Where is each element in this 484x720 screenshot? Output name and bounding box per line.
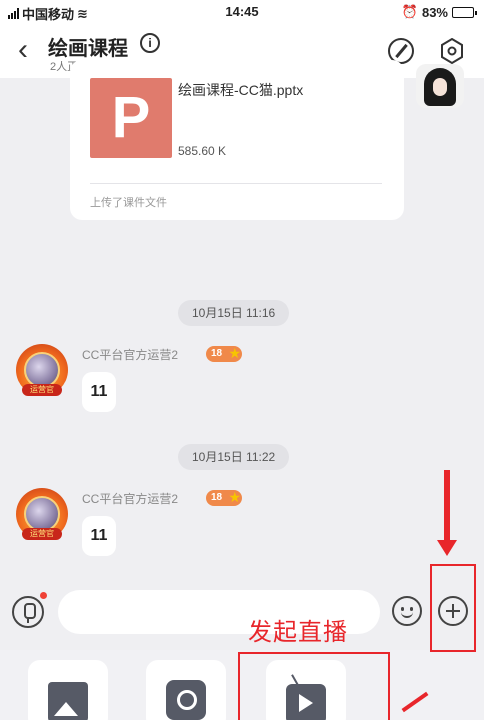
status-bar: 中国移动 ≋ 14:45 ⏰ 83% [0,0,484,24]
sender-avatar[interactable]: 运营官 [16,488,68,540]
status-right: ⏰ 83% [401,4,477,20]
sender-name: CC平台官方运营2 [82,348,179,362]
page-title: 绘画课程 [48,38,128,60]
message-timestamp: 10月15日 11:22 [178,444,290,470]
file-message-card[interactable]: P 绘画课程-CC猫.pptx 585.60 K 上传了课件文件 [70,60,404,220]
pptx-file-icon: P [90,78,172,158]
info-icon[interactable]: i [140,33,160,53]
file-name: 绘画课程-CC猫.pptx [178,82,304,98]
message-bubble[interactable]: 11 [82,372,116,412]
avatar-badge-ribbon: 运营官 [22,384,62,396]
notification-dot [40,592,47,599]
divider [90,183,382,184]
emoji-mouth [401,611,413,618]
battery-percent: 83% [421,4,448,20]
avatar-badge-ribbon: 运营官 [22,528,62,540]
annotation-arrow-down [437,470,457,556]
annotation-box-live [238,652,390,720]
sender-name: CC平台官方运营2 [82,492,179,506]
level-badge: 18 ★ [206,345,242,362]
avatar-image [24,352,60,388]
sender-avatar[interactable]: 运营官 [16,344,68,396]
annotation-box-plus [430,564,476,652]
emoji-icon[interactable] [392,596,422,626]
input-bar [0,584,484,640]
message-bubble[interactable]: 11 [82,516,116,556]
avatar[interactable] [416,64,464,108]
file-upload-note: 上传了课件文件 [90,197,167,209]
photo-button[interactable] [28,660,108,720]
battery-icon [452,6,477,18]
voice-input-icon[interactable] [12,596,44,628]
avatar-face [433,78,447,96]
level-number: 18 [211,492,223,503]
alarm-icon: ⏰ [401,4,418,19]
level-number: 18 [211,348,223,359]
file-size: 585.60 K [178,144,227,158]
settings-icon[interactable] [440,38,464,64]
star-icon: ★ [228,345,241,361]
camera-button[interactable] [146,660,226,720]
annotation-label: 发起直播 [248,619,348,646]
star-icon: ★ [228,489,241,505]
camera-icon [166,680,206,720]
back-icon[interactable]: ‹ [18,35,28,65]
image-icon [48,682,88,720]
level-badge: 18 ★ [206,489,242,506]
avatar-image [24,496,60,532]
message-timestamp: 10月15日 11:16 [178,300,290,326]
